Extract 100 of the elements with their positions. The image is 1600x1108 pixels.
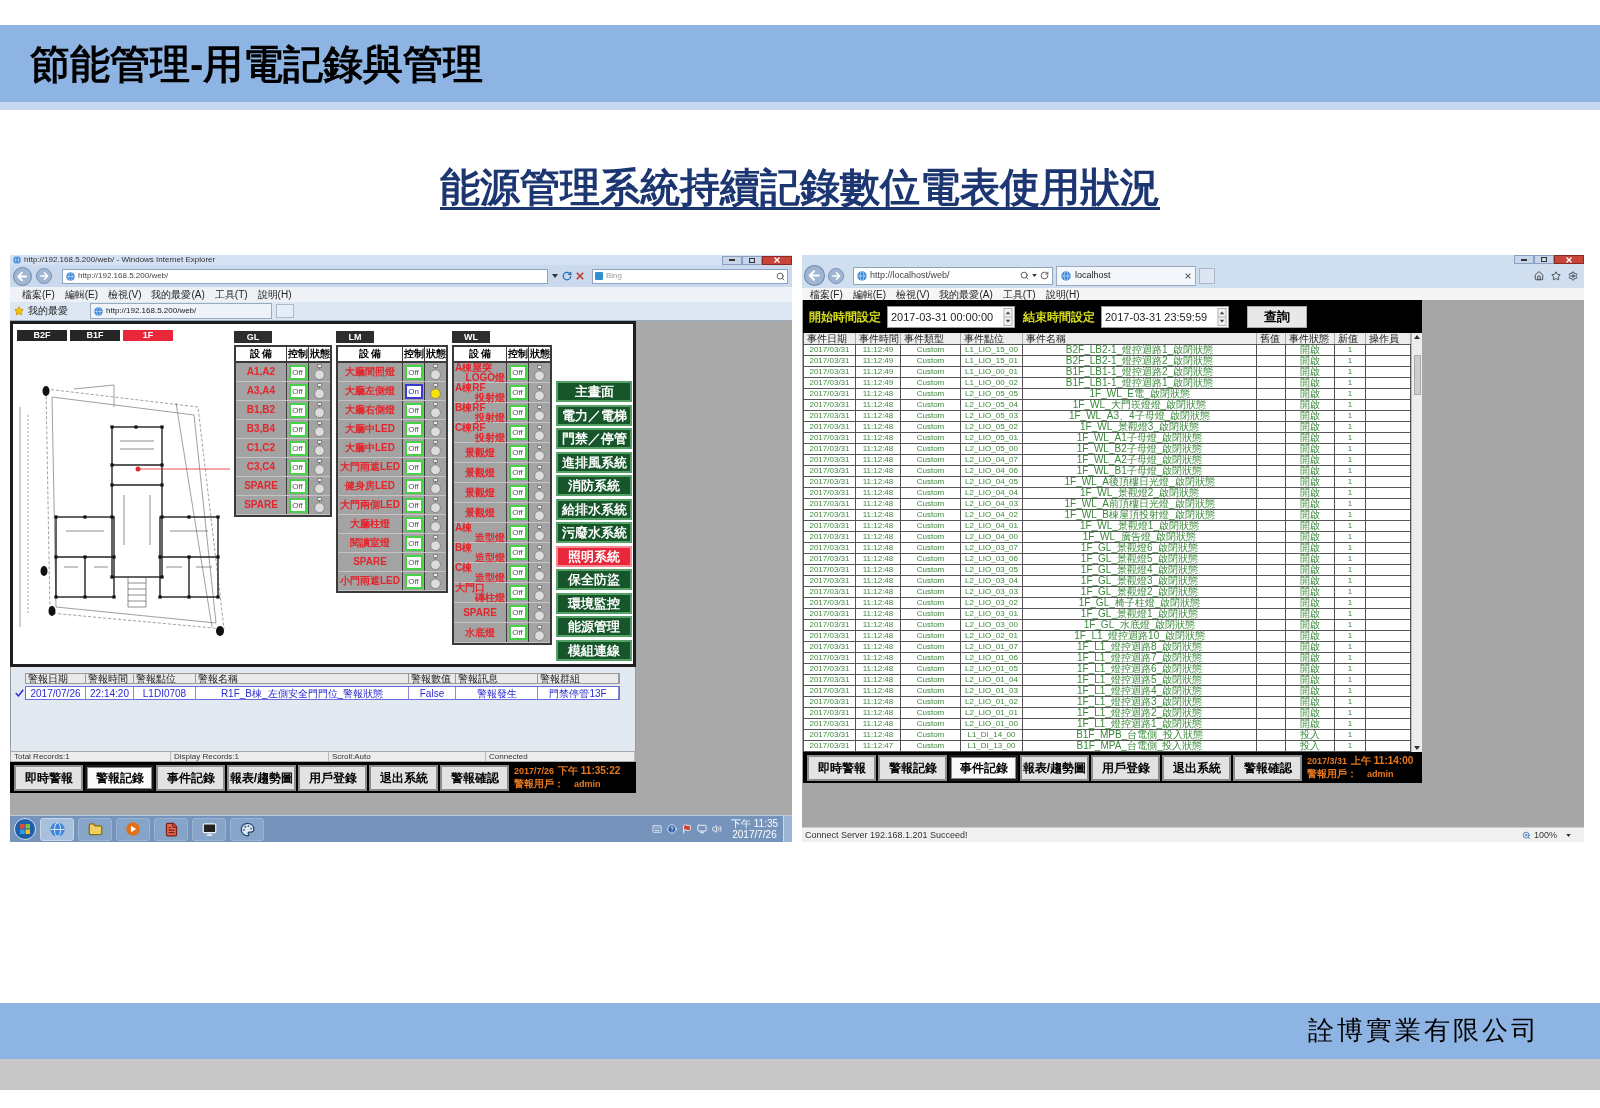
nav-button[interactable]: 環境監控	[556, 592, 632, 614]
function-button[interactable]: 退出系統	[369, 764, 438, 791]
nav-button[interactable]: 保全防盜	[556, 569, 632, 590]
toggle-button[interactable]: Off	[404, 421, 423, 437]
menu-item[interactable]: 編輯(E)	[852, 288, 887, 300]
toggle-button[interactable]: Off	[404, 573, 423, 589]
close-tab-icon[interactable]	[1185, 272, 1191, 279]
toggle-button[interactable]: Off	[508, 565, 527, 580]
maximize-button[interactable]	[742, 255, 762, 265]
toggle-button[interactable]: Off	[508, 525, 527, 540]
function-button[interactable]: 事件記錄	[156, 764, 225, 791]
toggle-button[interactable]: Off	[508, 605, 527, 620]
menu-item[interactable]: 編輯(E)	[64, 288, 99, 301]
toggle-button[interactable]: Off	[288, 402, 307, 418]
toggle-button[interactable]: Off	[404, 535, 423, 551]
alarm-row[interactable]: 2017/07/26 22:14:20 L1DI0708 R1F_B棟_左側安全門門位_警報狀態 False 警報發生 門禁停管13F	[25, 686, 620, 700]
function-button[interactable]: 用戶登錄	[298, 764, 367, 791]
menu-item[interactable]: 檔案(F)	[810, 288, 843, 300]
menu-item[interactable]: 工具(T)	[1002, 288, 1036, 300]
function-button[interactable]: 警報記錄	[85, 764, 154, 791]
start-orb-icon[interactable]	[14, 818, 36, 840]
floor-tab[interactable]: 1F	[123, 330, 173, 341]
menu-item[interactable]: 檢視(V)	[896, 288, 930, 300]
toggle-button[interactable]: On	[404, 383, 423, 399]
scrollbar-thumb[interactable]	[1413, 355, 1421, 395]
toggle-button[interactable]: Off	[508, 405, 527, 420]
nav-button[interactable]: 主畫面	[556, 381, 632, 402]
function-button[interactable]: 即時警報	[14, 764, 83, 791]
settings-icon[interactable]	[1568, 270, 1578, 281]
menu-item[interactable]: 檔案(F)	[22, 288, 55, 301]
refresh-icon[interactable]	[1040, 271, 1049, 280]
menu-item[interactable]: 說明(H)	[257, 288, 292, 301]
menu-item[interactable]: 我的最愛(A)	[151, 288, 205, 301]
toggle-button[interactable]: Off	[404, 554, 423, 570]
toggle-button[interactable]: Off	[508, 385, 527, 400]
nav-button[interactable]: 進排風系統	[556, 451, 632, 473]
toggle-button[interactable]: Off	[404, 440, 423, 456]
check-icon[interactable]	[14, 689, 24, 697]
address-field[interactable]: http://localhost/web/	[853, 266, 1053, 285]
toggle-button[interactable]: Off	[404, 402, 423, 418]
taskbar-button[interactable]	[192, 817, 226, 841]
help-icon[interactable]	[666, 824, 677, 834]
toggle-button[interactable]: Off	[288, 383, 307, 399]
zoom-button[interactable]: 100%	[1521, 829, 1581, 841]
function-button[interactable]: 報表/趨勢圖	[227, 764, 296, 791]
toggle-button[interactable]: Off	[508, 425, 527, 440]
toggle-button[interactable]: Off	[404, 364, 423, 380]
toggle-button[interactable]: Off	[508, 485, 527, 500]
search-icon[interactable]	[1020, 271, 1029, 280]
close-button[interactable]	[762, 255, 792, 265]
refresh-icon[interactable]	[562, 271, 572, 281]
scrollbar[interactable]	[1411, 333, 1422, 752]
toggle-button[interactable]: Off	[508, 585, 527, 600]
toggle-button[interactable]: Off	[404, 459, 423, 475]
nav-button[interactable]: 照明系統	[556, 545, 632, 567]
floor-tab[interactable]: B1F	[70, 330, 120, 341]
toggle-button[interactable]: Off	[508, 545, 527, 560]
function-button[interactable]: 即時警報	[807, 754, 876, 781]
toggle-button[interactable]: Off	[288, 459, 307, 475]
spinner-icon[interactable]	[1003, 307, 1013, 326]
function-button[interactable]: 事件記錄	[949, 754, 1018, 781]
function-button[interactable]: 警報確認	[1233, 754, 1302, 781]
toggle-button[interactable]: Off	[404, 516, 423, 532]
date-time-field[interactable]: 2017-03-31 23:59:59	[1101, 305, 1229, 328]
date-time-field[interactable]: 2017-03-31 00:00:00	[887, 305, 1015, 328]
toggle-button[interactable]: Off	[288, 364, 307, 380]
home-icon[interactable]	[1534, 270, 1544, 281]
network-icon[interactable]	[696, 824, 707, 834]
toggle-button[interactable]: Off	[404, 497, 423, 513]
stop-icon[interactable]	[576, 272, 584, 280]
menu-item[interactable]: 我的最愛(A)	[939, 288, 993, 300]
taskbar-button[interactable]	[230, 817, 264, 841]
toggle-button[interactable]: Off	[508, 365, 527, 380]
nav-button[interactable]: 消防系統	[556, 475, 632, 496]
close-button[interactable]	[1554, 255, 1584, 264]
minimize-button[interactable]	[722, 255, 742, 265]
browser-tab[interactable]: http://192.168.5.200/web/	[90, 303, 272, 319]
minimize-button[interactable]	[1514, 255, 1534, 264]
search-icon[interactable]	[776, 271, 785, 281]
scroll-up-icon[interactable]	[1414, 335, 1420, 339]
function-button[interactable]: 警報記錄	[878, 754, 947, 781]
favorites-button[interactable]: 我的最愛	[28, 305, 68, 317]
nav-button[interactable]: 能源管理	[556, 616, 632, 637]
nav-button[interactable]: 給排水系統	[556, 498, 632, 520]
toggle-button[interactable]: Off	[508, 445, 527, 460]
toggle-button[interactable]: Off	[508, 505, 527, 520]
function-button[interactable]: 報表/趨勢圖	[1020, 754, 1089, 781]
dropdown-icon[interactable]	[552, 274, 558, 278]
address-field[interactable]: http://192.168.5.200/web/	[62, 268, 548, 284]
toggle-button[interactable]: Off	[288, 421, 307, 437]
dropdown-icon[interactable]	[1032, 274, 1037, 277]
nav-button[interactable]: 模組連線	[556, 639, 632, 661]
menu-item[interactable]: 說明(H)	[1045, 288, 1080, 300]
floor-tab[interactable]: B2F	[17, 330, 67, 341]
nav-button[interactable]: 門禁／停管	[556, 428, 632, 449]
toggle-button[interactable]: Off	[508, 625, 527, 640]
toggle-button[interactable]: Off	[288, 440, 307, 456]
flag-icon[interactable]	[681, 824, 692, 834]
speaker-icon[interactable]	[711, 824, 722, 834]
dropdown-icon[interactable]	[1566, 833, 1571, 837]
